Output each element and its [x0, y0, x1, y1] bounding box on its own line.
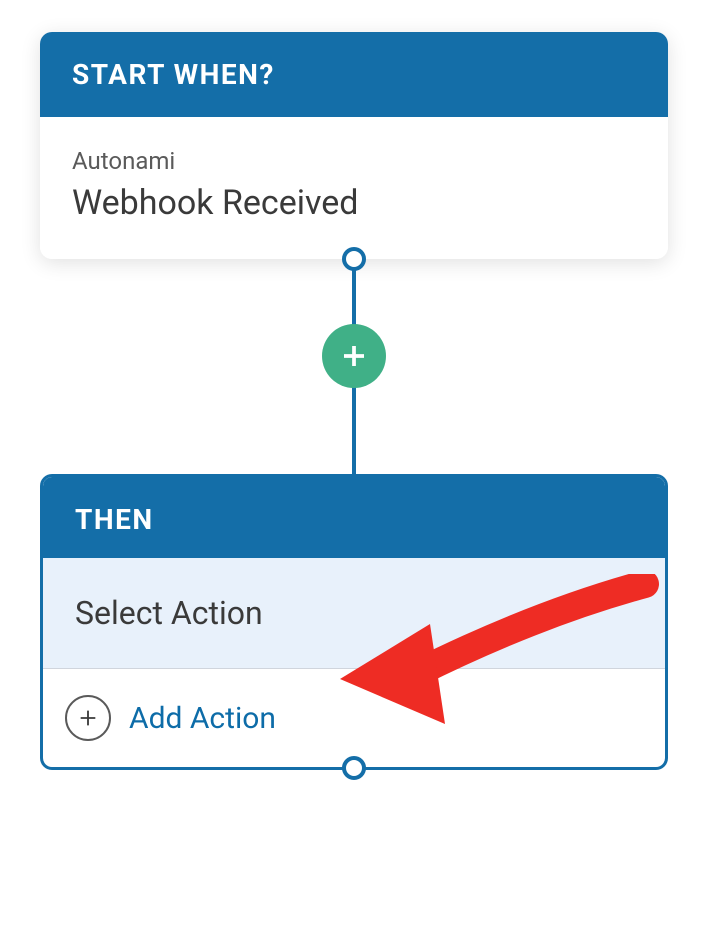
add-action-button[interactable]: Add Action [43, 669, 665, 767]
connector-dot-icon [342, 247, 366, 271]
add-step-button[interactable] [322, 324, 386, 388]
plus-icon [339, 341, 369, 371]
add-action-label: Add Action [129, 701, 276, 736]
action-card-header: THEN [43, 477, 665, 558]
automation-builder: START WHEN? Autonami Webhook Received TH… [0, 0, 708, 812]
action-header-label: THEN [75, 503, 154, 536]
connector-dot-icon [342, 756, 366, 780]
action-card: THEN Select Action Add Action [40, 474, 668, 770]
trigger-header-label: START WHEN? [72, 58, 275, 91]
connector-bottom [342, 770, 366, 780]
trigger-card[interactable]: START WHEN? Autonami Webhook Received [40, 32, 668, 259]
trigger-event-name: Webhook Received [72, 183, 636, 223]
connector-top [322, 259, 386, 474]
trigger-source-label: Autonami [72, 147, 636, 175]
connector-line [352, 384, 356, 474]
plus-circle-icon [65, 695, 111, 741]
trigger-card-header: START WHEN? [40, 32, 668, 117]
connector-line [352, 268, 356, 326]
trigger-card-body: Autonami Webhook Received [40, 117, 668, 259]
select-action-row[interactable]: Select Action [43, 558, 665, 669]
select-action-label: Select Action [75, 594, 263, 632]
